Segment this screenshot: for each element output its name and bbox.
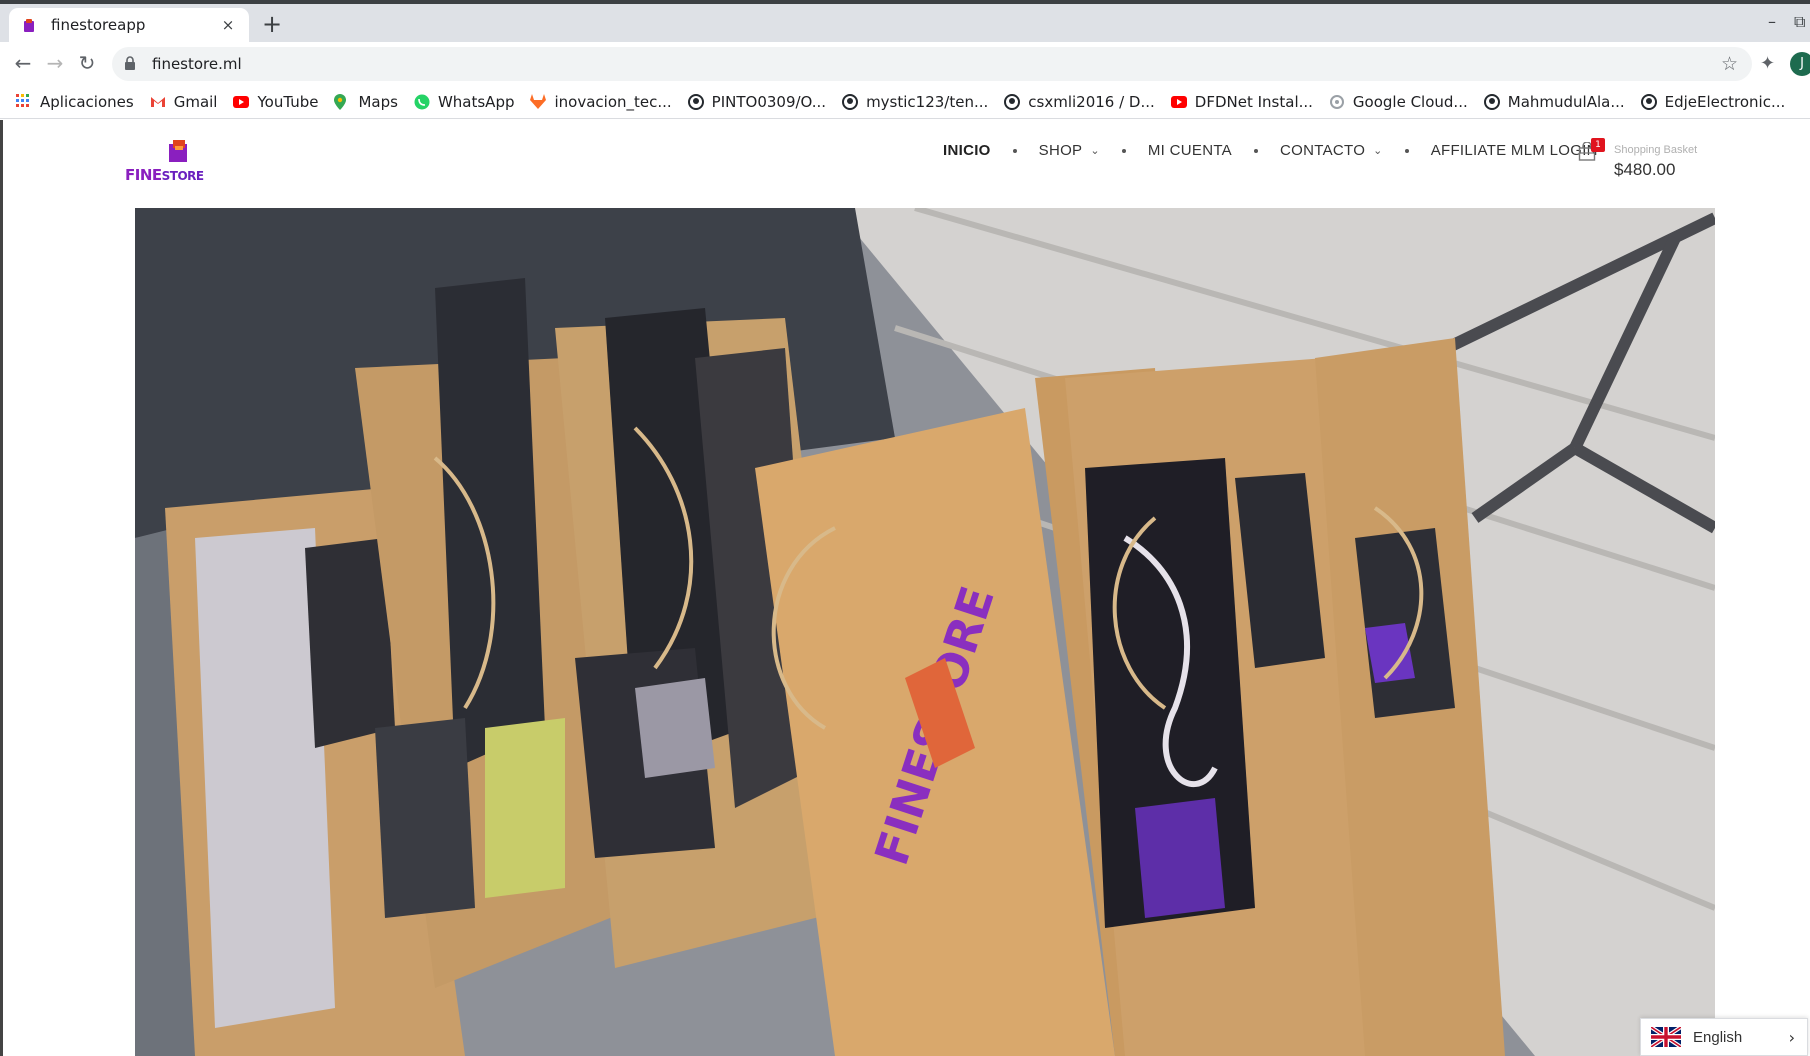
back-arrow-icon[interactable]: ← bbox=[8, 48, 38, 78]
google-cloud-icon bbox=[1329, 94, 1345, 110]
bookmark-label: PINTO0309/O... bbox=[711, 92, 827, 111]
bookmark-item[interactable]: Maps bbox=[334, 92, 398, 111]
nav-separator bbox=[1404, 148, 1409, 153]
hero-image: FINESTORE bbox=[135, 208, 1715, 1056]
language-label: English bbox=[1693, 1028, 1743, 1046]
reload-icon[interactable]: ↻ bbox=[72, 48, 102, 78]
hero-shopping-bags-illustration: FINESTORE bbox=[135, 208, 1715, 1056]
language-switcher[interactable]: English › bbox=[1640, 1018, 1808, 1056]
bookmark-item[interactable]: mystic123/ten... bbox=[842, 93, 988, 111]
gmail-icon bbox=[150, 94, 166, 110]
new-tab-button[interactable]: + bbox=[262, 10, 282, 38]
basket-total: $480.00 bbox=[1614, 160, 1676, 179]
bookmark-label: YouTube bbox=[257, 92, 319, 111]
github-icon bbox=[1640, 93, 1657, 110]
maps-icon bbox=[334, 93, 350, 110]
logo-wordmark: FINESTORE bbox=[125, 166, 204, 184]
web-page: FINESTORE INICIO SHOP ⌄ MI CUENTA CONTACT… bbox=[0, 120, 1810, 1056]
basket-label: Shopping Basket bbox=[1614, 144, 1698, 156]
bookmark-item[interactable]: csxmli2016 / D... bbox=[1004, 93, 1155, 111]
tab-close-icon[interactable]: × bbox=[219, 16, 237, 34]
shopping-bag-logo-icon bbox=[169, 140, 187, 162]
nav-inicio[interactable]: INICIO bbox=[943, 142, 991, 159]
bookmark-item[interactable]: YouTube bbox=[233, 93, 318, 111]
finestore-favicon-icon bbox=[21, 17, 37, 33]
cart-count-badge: 1 bbox=[1591, 138, 1605, 152]
restore-window-button[interactable]: ⧉ bbox=[1794, 12, 1805, 32]
extensions-puzzle-icon[interactable]: ✦ bbox=[1760, 53, 1775, 74]
nav-separator bbox=[1012, 148, 1017, 153]
bookmark-label: mystic123/ten... bbox=[866, 92, 989, 111]
bookmark-label: csxmli2016 / D... bbox=[1028, 92, 1155, 111]
bookmark-label: Aplicaciones bbox=[40, 92, 134, 111]
bookmark-item[interactable]: Aplicaciones bbox=[16, 93, 134, 111]
nav-mi-cuenta[interactable]: MI CUENTA bbox=[1148, 142, 1232, 159]
github-icon bbox=[1483, 93, 1500, 110]
bookmark-label: Gmail bbox=[173, 92, 218, 111]
bookmark-label: MahmudulAla... bbox=[1507, 92, 1625, 111]
github-icon bbox=[1004, 93, 1021, 110]
bookmarks-bar: Aplicaciones Gmail YouTube Maps WhatsApp inov… bbox=[0, 85, 1810, 119]
nav-contacto-label: CONTACTO bbox=[1279, 142, 1366, 159]
bookmark-label: Maps bbox=[358, 92, 398, 111]
uk-flag-icon bbox=[1651, 1027, 1681, 1047]
nav-separator bbox=[1121, 148, 1126, 153]
bookmark-label: EdjeElectronic... bbox=[1664, 92, 1786, 111]
github-icon bbox=[842, 93, 859, 110]
browser-tab-active[interactable]: finestoreapp × bbox=[9, 8, 249, 42]
bookmark-item[interactable]: Gmail bbox=[150, 92, 218, 111]
forward-arrow-icon[interactable]: → bbox=[40, 48, 70, 78]
chevron-down-icon: ⌄ bbox=[1373, 145, 1383, 157]
bookmark-label: Google Cloud... bbox=[1352, 92, 1468, 111]
bookmark-item[interactable]: EdjeElectronic... bbox=[1640, 92, 1786, 111]
bookmark-item[interactable]: MahmudulAla... bbox=[1483, 92, 1625, 111]
minimize-window-button[interactable]: – bbox=[1768, 12, 1776, 31]
profile-avatar[interactable]: J bbox=[1790, 52, 1810, 76]
bookmark-item[interactable]: DFDNet Instal... bbox=[1170, 92, 1313, 111]
bookmark-label: inovacion_tec... bbox=[554, 92, 672, 111]
chevron-down-icon: ⌄ bbox=[1090, 145, 1100, 157]
bookmark-label: WhatsApp bbox=[437, 92, 515, 111]
github-icon bbox=[687, 93, 704, 110]
bookmark-item[interactable]: Google Cloud... bbox=[1329, 93, 1468, 111]
chevron-right-icon: › bbox=[1788, 1027, 1795, 1047]
nav-shop-label: SHOP bbox=[1038, 142, 1083, 159]
nav-affiliate-login[interactable]: AFFILIATE MLM LOGIN bbox=[1431, 142, 1598, 159]
shopping-basket[interactable]: 1 Shopping Basket $480.00 bbox=[1578, 130, 1718, 180]
apps-grid-icon bbox=[16, 93, 32, 110]
lock-icon bbox=[124, 56, 138, 72]
whatsapp-icon bbox=[414, 94, 430, 110]
browser-tab-strip: finestoreapp × + – ⧉ bbox=[0, 0, 1810, 42]
youtube-icon bbox=[1170, 94, 1187, 110]
bookmark-item[interactable]: PINTO0309/O... bbox=[687, 92, 827, 111]
nav-shop[interactable]: SHOP ⌄ bbox=[1039, 142, 1100, 159]
bookmark-item[interactable]: WhatsApp bbox=[414, 92, 515, 111]
gitlab-icon bbox=[530, 93, 547, 110]
youtube-icon bbox=[233, 94, 250, 110]
bookmark-star-icon[interactable]: ☆ bbox=[1721, 53, 1738, 75]
address-bar[interactable]: finestore.ml ☆ bbox=[112, 47, 1752, 81]
bookmark-label: DFDNet Instal... bbox=[1194, 92, 1313, 111]
main-navigation: INICIO SHOP ⌄ MI CUENTA CONTACTO ⌄ AFFILIA… bbox=[943, 142, 1598, 159]
tab-title: finestoreapp bbox=[51, 16, 146, 34]
logo-store-text: STORE bbox=[161, 169, 204, 183]
url-text[interactable]: finestore.ml bbox=[152, 55, 242, 73]
bookmark-item[interactable]: inovacion_tec... bbox=[530, 92, 672, 111]
browser-toolbar: ← → ↻ finestore.ml ☆ ✦ J bbox=[0, 42, 1810, 85]
nav-separator bbox=[1253, 148, 1258, 153]
logo-fine-text: FINE bbox=[125, 166, 162, 184]
finestore-logo[interactable]: FINESTORE bbox=[123, 136, 213, 186]
nav-contacto[interactable]: CONTACTO ⌄ bbox=[1280, 142, 1383, 159]
